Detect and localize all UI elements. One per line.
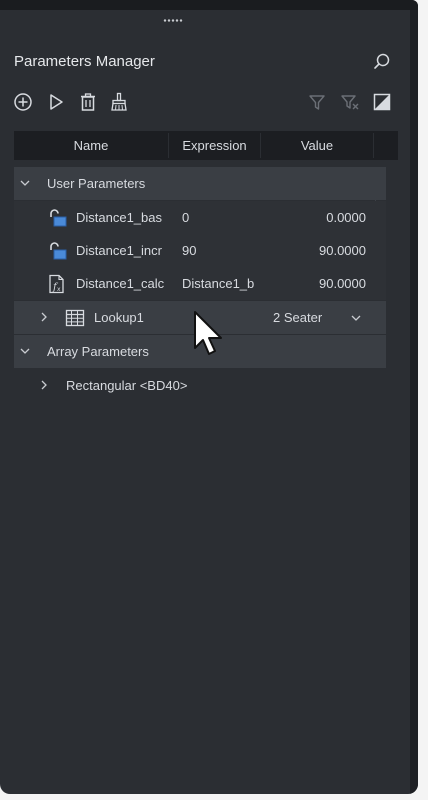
parameter-name: Distance1_calc bbox=[76, 276, 165, 291]
column-divider[interactable] bbox=[373, 133, 374, 158]
array-item-name: Rectangular <BD40> bbox=[66, 378, 188, 393]
table-grid-icon bbox=[65, 309, 85, 327]
parameters-manager-panel: Parameters Manager Name Expression Value… bbox=[0, 0, 418, 794]
formula-document-icon: f x bbox=[49, 274, 64, 294]
add-circle-icon[interactable] bbox=[13, 92, 33, 112]
column-header-name[interactable]: Name bbox=[14, 131, 168, 160]
trash-icon[interactable] bbox=[78, 92, 98, 112]
parameter-expression[interactable]: 0 bbox=[182, 201, 258, 234]
chevron-right-icon[interactable] bbox=[39, 312, 49, 322]
column-header-expression[interactable]: Expression bbox=[169, 131, 260, 160]
group-user-parameters[interactable]: User Parameters bbox=[14, 167, 386, 200]
chevron-down-icon[interactable] bbox=[20, 346, 30, 356]
svg-text:x: x bbox=[57, 286, 61, 293]
lookup-value-select[interactable]: 2 Seater bbox=[273, 301, 322, 334]
table-header: Name Expression Value bbox=[14, 131, 398, 160]
filter-clear-icon[interactable] bbox=[340, 92, 360, 112]
search-icon[interactable] bbox=[372, 52, 392, 72]
chevron-down-icon[interactable] bbox=[20, 178, 30, 188]
table-row[interactable]: Distance1_incr 90 90.0000 bbox=[14, 234, 386, 267]
mouse-cursor-icon bbox=[194, 311, 222, 355]
chevron-down-icon[interactable] bbox=[351, 313, 361, 323]
filter-icon[interactable] bbox=[307, 92, 327, 112]
parameter-value: 0.0000 bbox=[326, 210, 366, 225]
unlocked-parameter-icon bbox=[50, 242, 67, 260]
parameter-expression[interactable]: 90 bbox=[182, 234, 258, 267]
brush-icon[interactable] bbox=[109, 92, 129, 112]
split-square-icon[interactable] bbox=[372, 92, 392, 112]
drag-grip-icon[interactable] bbox=[163, 19, 183, 22]
unlocked-parameter-icon bbox=[50, 209, 67, 227]
chevron-right-icon[interactable] bbox=[39, 380, 49, 390]
table-row[interactable]: f x Distance1_calc Distance1_b 90.0000 bbox=[14, 267, 386, 300]
panel-title: Parameters Manager bbox=[14, 53, 155, 70]
lookup-name: Lookup1 bbox=[94, 310, 144, 325]
parameter-name: Distance1_bas bbox=[76, 210, 162, 225]
parameter-expression[interactable]: Distance1_b bbox=[182, 267, 258, 300]
list-item[interactable]: Rectangular <BD40> bbox=[14, 369, 386, 402]
parameter-value: 90.0000 bbox=[319, 276, 366, 291]
parameter-name: Distance1_incr bbox=[76, 243, 162, 258]
group-label: Array Parameters bbox=[47, 344, 149, 359]
play-icon[interactable] bbox=[46, 92, 66, 112]
group-label: User Parameters bbox=[47, 176, 146, 191]
panel-edge bbox=[410, 10, 418, 794]
table-row[interactable]: Distance1_bas 0 0.0000 bbox=[14, 201, 386, 234]
parameter-value: 90.0000 bbox=[319, 243, 366, 258]
top-strip bbox=[0, 0, 418, 10]
column-header-value[interactable]: Value bbox=[261, 131, 373, 160]
